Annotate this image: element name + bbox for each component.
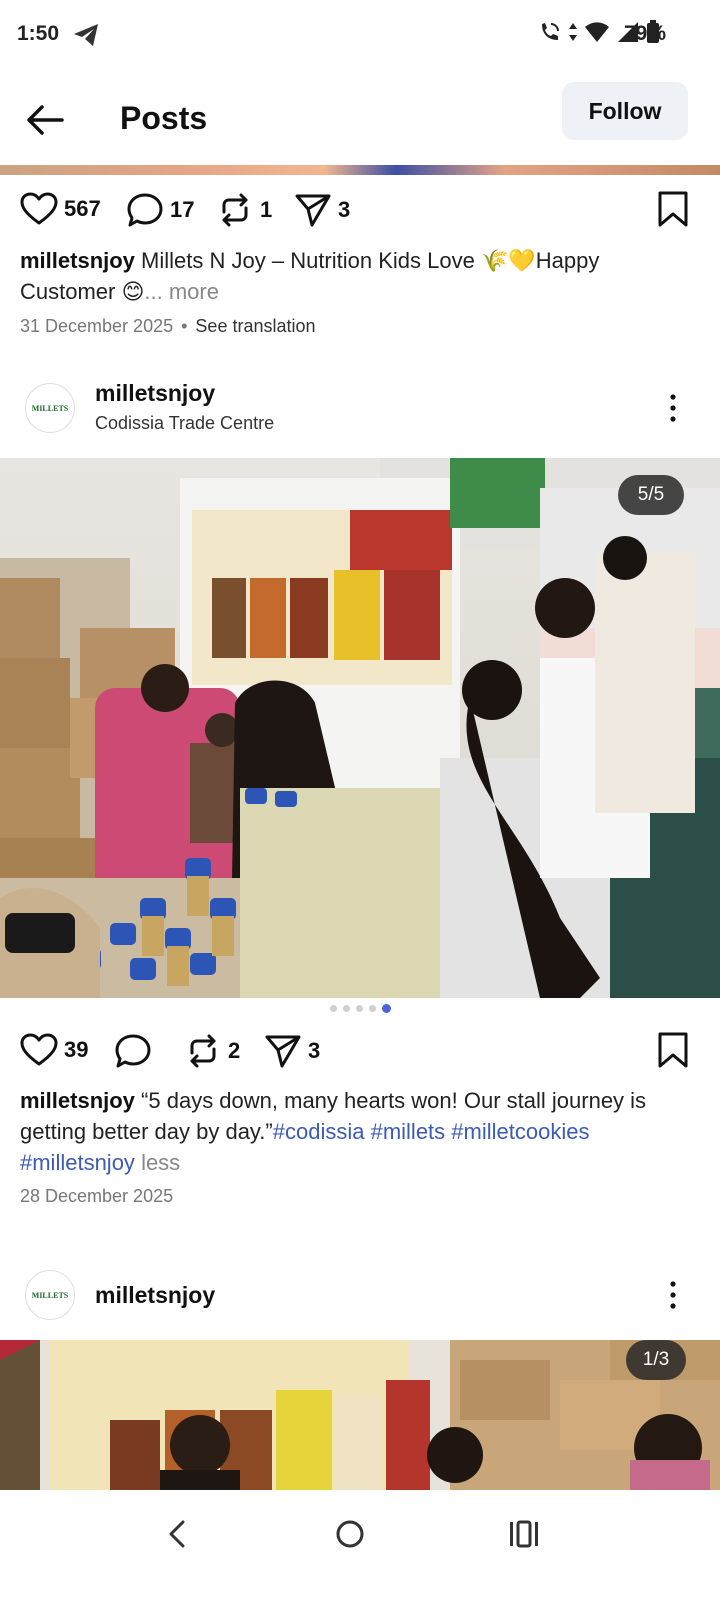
comment-button[interactable]: [114, 1033, 152, 1069]
arrow-left-icon[interactable]: [22, 98, 68, 142]
bookmark-icon[interactable]: [656, 1031, 690, 1069]
share-button[interactable]: 3: [294, 192, 350, 228]
post-date: 31 December 2025: [20, 316, 174, 336]
share-count: 3: [308, 1038, 321, 1063]
caption-username[interactable]: milletsnjoy: [20, 1088, 135, 1113]
post2-caption: milletsnjoy “5 days down, many hearts wo…: [20, 1085, 700, 1178]
post1-actions: 567 17 1 3: [0, 184, 720, 234]
image-counter: 5/5: [618, 475, 684, 515]
page-title: Posts: [120, 100, 208, 136]
post1-meta: 31 December 2025 • See translation: [20, 316, 316, 337]
status-time: 1:50: [17, 22, 60, 45]
hashtag[interactable]: #milletsnjoy: [20, 1150, 135, 1175]
post2-header: MILLETS milletsnjoy Codissia Trade Centr…: [0, 375, 720, 445]
image-counter: 1/3: [626, 1340, 686, 1380]
data-arrows-icon: [569, 23, 577, 41]
follow-button[interactable]: Follow: [562, 82, 688, 140]
comment-icon: [115, 1034, 151, 1068]
avatar[interactable]: MILLETS: [25, 1270, 75, 1320]
hashtag[interactable]: #milletcookies: [451, 1119, 589, 1144]
comment-count: 17: [170, 197, 195, 222]
avatar[interactable]: MILLETS: [25, 383, 75, 433]
battery-percent: 79%: [624, 22, 667, 45]
post-username[interactable]: milletsnjoy: [95, 1282, 215, 1309]
see-translation-link[interactable]: See translation: [195, 316, 315, 336]
stall-banner-photo: [0, 1340, 720, 1490]
post1-caption: milletsnjoy Millets N Joy – Nutrition Ki…: [20, 245, 700, 307]
hashtag[interactable]: #millets: [371, 1119, 446, 1144]
repost-icon: [190, 1034, 216, 1068]
like-button[interactable]: 39: [20, 1033, 88, 1067]
expo-stall-photo: [0, 458, 720, 998]
heart-icon: [20, 192, 58, 225]
telegram-icon: [74, 24, 98, 46]
like-count: 567: [64, 196, 101, 221]
heart-icon: [20, 1033, 58, 1066]
post-location[interactable]: Codissia Trade Centre: [95, 413, 274, 434]
nav-home-icon[interactable]: [330, 1514, 370, 1554]
repost-count: 2: [228, 1038, 241, 1063]
carousel-dot: [342, 1005, 350, 1012]
previous-post-image[interactable]: [0, 165, 720, 175]
post3-photo[interactable]: 1/3: [0, 1340, 720, 1490]
comment-icon: [127, 193, 163, 227]
post-username[interactable]: milletsnjoy: [95, 380, 215, 407]
less-link[interactable]: less: [141, 1150, 180, 1175]
comment-button[interactable]: 17: [126, 192, 194, 228]
repost-button[interactable]: 1: [216, 192, 272, 228]
caption-username[interactable]: milletsnjoy: [20, 248, 135, 273]
like-count: 39: [64, 1037, 89, 1062]
send-icon: [295, 194, 331, 227]
app-header: Posts Follow: [0, 80, 720, 160]
post3-header: MILLETS milletsnjoy: [0, 1262, 720, 1332]
nav-recents-icon[interactable]: [504, 1514, 544, 1554]
like-button[interactable]: 567: [20, 192, 101, 226]
send-icon: [265, 1035, 301, 1068]
more-options-icon[interactable]: [668, 1280, 678, 1310]
post2-actions: 39 2 3: [0, 1025, 720, 1075]
post2-photo[interactable]: 5/5: [0, 458, 720, 998]
repost-button[interactable]: 2: [184, 1033, 240, 1069]
repost-count: 1: [260, 197, 273, 222]
repost-icon: [222, 193, 248, 227]
carousel-dots: [0, 1003, 720, 1015]
carousel-dot: [329, 1005, 337, 1012]
carousel-dot-active: [381, 1004, 391, 1013]
carousel-dot: [368, 1005, 376, 1012]
more-link[interactable]: ... more: [144, 279, 219, 304]
status-bar: 1:50 79%: [0, 0, 720, 70]
bookmark-icon[interactable]: [656, 190, 690, 228]
wifi-icon: [585, 22, 609, 42]
carousel-dot: [355, 1005, 363, 1012]
system-nav-bar: [0, 1490, 720, 1600]
wifi-call-icon: [542, 23, 559, 40]
separator-dot: •: [181, 316, 188, 336]
post2-meta: 28 December 2025: [20, 1186, 173, 1207]
share-button[interactable]: 3: [264, 1033, 320, 1069]
more-options-icon[interactable]: [668, 393, 678, 423]
nav-back-icon[interactable]: [158, 1514, 198, 1554]
hashtag[interactable]: #codissia: [273, 1119, 365, 1144]
share-count: 3: [338, 197, 351, 222]
post-date: 28 December 2025: [20, 1186, 174, 1206]
